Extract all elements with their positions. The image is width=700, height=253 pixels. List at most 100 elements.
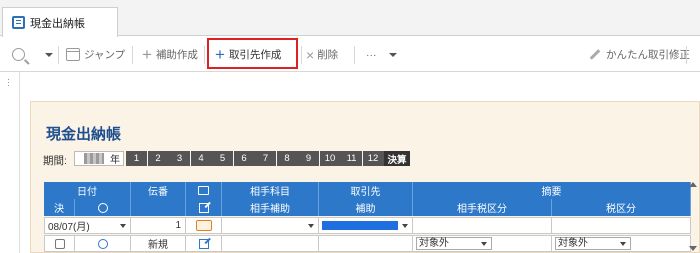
month-button[interactable]: 12 bbox=[362, 151, 384, 166]
sub-cell[interactable] bbox=[319, 235, 413, 252]
month-button[interactable]: 7 bbox=[255, 151, 276, 166]
book-icon bbox=[198, 186, 209, 195]
jump-label: ジャンプ bbox=[84, 49, 126, 61]
chevron-down-icon bbox=[45, 52, 53, 57]
partner-tax-cell: 対象外 bbox=[413, 235, 552, 252]
search-icon bbox=[97, 238, 108, 249]
edit-icon bbox=[198, 202, 209, 213]
more-button[interactable]: ··· bbox=[366, 37, 377, 72]
partner-selected-field bbox=[322, 221, 398, 230]
sidebar-handle-icon[interactable]: · · · bbox=[7, 75, 10, 90]
toolbar-divider bbox=[354, 46, 355, 64]
col-book bbox=[186, 182, 222, 199]
chevron-down-icon bbox=[120, 224, 126, 228]
toolbar-divider bbox=[686, 46, 687, 64]
tab-label: 現金出納帳 bbox=[30, 17, 85, 30]
grid-header-top: 日付 伝番 相手科目 取引先 摘要 bbox=[44, 182, 691, 199]
month-button[interactable]: 3 bbox=[169, 151, 190, 166]
voucher-input[interactable]: 1 bbox=[131, 217, 186, 234]
partner-select[interactable] bbox=[319, 217, 413, 234]
ledger-icon bbox=[12, 16, 25, 29]
col-sub: 補助 bbox=[319, 199, 413, 216]
sub-create-label: 補助作成 bbox=[155, 49, 198, 61]
chevron-down-icon bbox=[308, 224, 314, 228]
page-title: 現金出納帳 bbox=[46, 126, 122, 143]
kantan-edit-button[interactable]: かんたん取引修正 bbox=[589, 37, 690, 72]
plus-icon: + bbox=[142, 45, 152, 64]
delete-button[interactable]: × 削除 bbox=[306, 37, 338, 72]
month-button[interactable]: 6 bbox=[233, 151, 255, 166]
checkbox[interactable] bbox=[54, 238, 65, 249]
new-label: 新規 bbox=[148, 240, 168, 251]
col-tax: 税区分 bbox=[552, 199, 691, 216]
col-voucher: 伝番 bbox=[131, 182, 186, 199]
toolbar: ジャンプ + 補助作成 + 取引先作成 × 削除 ··· かんたん取引修正 bbox=[0, 37, 700, 72]
month-button[interactable]: 10 bbox=[319, 151, 341, 166]
partner-tax-select[interactable]: 対象外 bbox=[416, 237, 492, 250]
edit-icon bbox=[198, 238, 209, 249]
chevron-down-icon bbox=[389, 52, 397, 57]
voucher-value: 1 bbox=[175, 220, 181, 231]
scroll-up-arrow-icon[interactable] bbox=[689, 182, 697, 187]
month-button[interactable]: 9 bbox=[298, 151, 319, 166]
month-button[interactable]: 8 bbox=[276, 151, 298, 166]
table-row: 新規 対象外 対象外 bbox=[44, 235, 691, 252]
col-account: 相手科目 bbox=[222, 182, 319, 199]
month-button[interactable]: 4 bbox=[190, 151, 212, 166]
year-value-redacted bbox=[84, 153, 104, 164]
col-partner: 取引先 bbox=[319, 182, 413, 199]
closing-button[interactable]: 決算 bbox=[384, 151, 410, 166]
tax-value: 対象外 bbox=[558, 238, 588, 249]
date-value: 08/07(月) bbox=[48, 222, 90, 233]
calendar-icon bbox=[66, 48, 80, 61]
col-search bbox=[75, 199, 131, 216]
sub-create-button[interactable]: + 補助作成 bbox=[142, 37, 198, 72]
more-label: ··· bbox=[366, 48, 377, 61]
scroll-down-arrow-icon[interactable] bbox=[689, 246, 697, 251]
partner-tax-value: 対象外 bbox=[419, 238, 449, 249]
account-select[interactable] bbox=[222, 217, 319, 234]
jump-button[interactable]: ジャンプ bbox=[66, 37, 125, 72]
col-partner-tax: 相手税区分 bbox=[413, 199, 552, 216]
date-select[interactable]: 08/07(月) bbox=[44, 217, 131, 234]
month-buttons: 1 2 3 4 5 6 7 8 9 10 11 12 決算 bbox=[126, 151, 411, 166]
chevron-down-icon bbox=[620, 242, 626, 246]
tab-cash-ledger[interactable]: 現金出納帳 bbox=[2, 7, 118, 37]
month-button[interactable]: 1 bbox=[126, 151, 147, 166]
tax-select[interactable]: 対象外 bbox=[555, 237, 631, 250]
tab-bar: 現金出納帳 bbox=[0, 0, 700, 37]
sidebar-divider bbox=[19, 72, 20, 253]
grid-header-bottom: 決 相手補助 補助 相手税区分 税区分 bbox=[44, 199, 691, 216]
settle-checkbox[interactable] bbox=[44, 235, 75, 252]
toolbar-divider bbox=[132, 46, 133, 64]
book-button[interactable] bbox=[186, 217, 222, 234]
row-search-button[interactable] bbox=[75, 235, 131, 252]
col-date: 日付 bbox=[44, 182, 131, 199]
tax-cell: 対象外 bbox=[552, 235, 691, 252]
month-button[interactable]: 2 bbox=[147, 151, 169, 166]
more-dropdown-button[interactable] bbox=[389, 37, 397, 72]
col-sub-account: 相手補助 bbox=[222, 199, 319, 216]
table-row: 08/07(月) 1 bbox=[44, 217, 691, 234]
col-settle: 決 bbox=[44, 199, 75, 216]
summary-input[interactable] bbox=[413, 217, 552, 234]
edit-button[interactable] bbox=[186, 235, 222, 252]
close-icon: × bbox=[306, 46, 315, 63]
delete-label: 削除 bbox=[317, 49, 339, 61]
summary-input-2[interactable] bbox=[552, 217, 691, 234]
period-label: 期間: bbox=[43, 155, 67, 167]
book-icon bbox=[195, 220, 212, 231]
chevron-down-icon bbox=[481, 242, 487, 246]
month-button[interactable]: 5 bbox=[212, 151, 233, 166]
search-dropdown-button[interactable] bbox=[45, 37, 53, 72]
toolbar-divider bbox=[301, 46, 302, 64]
toolbar-divider bbox=[58, 46, 59, 64]
year-suffix: 年 bbox=[110, 155, 120, 166]
new-label-cell: 新規 bbox=[131, 235, 186, 252]
col-summary: 摘要 bbox=[413, 182, 691, 199]
col-voucher-sub bbox=[131, 199, 186, 216]
month-button[interactable]: 11 bbox=[341, 151, 362, 166]
search-icon bbox=[12, 48, 25, 61]
search-button[interactable] bbox=[12, 37, 25, 72]
sub-account-cell[interactable] bbox=[222, 235, 319, 252]
